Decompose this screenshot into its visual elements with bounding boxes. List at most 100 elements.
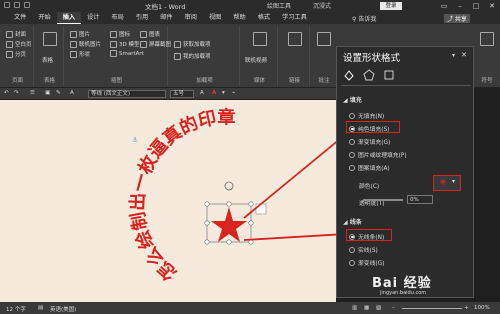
baidu-watermark: Bai 经验 [372, 276, 432, 291]
tab-0[interactable]: 文件 [8, 12, 32, 24]
online-picture-button[interactable]: 联机图片 [70, 40, 101, 48]
get-addins-button[interactable]: 获取加载项 [174, 40, 211, 48]
zoom-in-icon[interactable]: + [464, 305, 469, 311]
zoom-slider[interactable] [402, 308, 462, 309]
undo-icon[interactable] [24, 2, 30, 8]
language-indicator[interactable]: 英语(美国) [50, 305, 76, 313]
smartart-icon [110, 50, 117, 57]
fill-color-picker[interactable]: ◈ ▾ [433, 175, 461, 191]
smartart-button[interactable]: SmartArt [110, 50, 144, 57]
tab-2[interactable]: 插入 [56, 12, 82, 24]
radio-icon [349, 259, 355, 266]
links-group: 链接 [280, 26, 310, 86]
table-button-label[interactable]: 表格 [42, 56, 53, 64]
tab-6[interactable]: 邮件 [154, 12, 178, 24]
fill-line-tab-icon[interactable] [343, 69, 355, 81]
my-addins-button[interactable]: 我的加载项 [174, 52, 211, 60]
line-option-solid[interactable]: 实线(S) [349, 245, 378, 254]
web-layout-icon[interactable]: ▧ [376, 305, 381, 311]
line-section-header[interactable]: ◢ 线条 [343, 217, 362, 226]
font-size-select[interactable]: 五号 [170, 90, 194, 98]
transparency-input[interactable]: 0% [407, 195, 433, 204]
tell-me-label: 告诉我 [358, 16, 377, 23]
tab-5[interactable]: 引用 [130, 12, 154, 24]
icons-button[interactable]: 图标 [110, 30, 130, 38]
fill-option-none[interactable]: 无填充(N) [349, 111, 384, 120]
font-color-dropdown-icon[interactable]: ▾ [222, 90, 225, 96]
format-shape-pane: 设置形状格式 ▾ ✕ ◢ 填充 无填充(N) 纯色填充(S) 渐变填充(G) 图… [336, 46, 474, 298]
tab-1[interactable]: 开始 [32, 12, 56, 24]
pane-close-icon[interactable]: ✕ [461, 51, 467, 59]
autosave-icon[interactable] [4, 2, 10, 8]
print-layout-icon[interactable]: ▦ [364, 305, 369, 311]
blank-page-button[interactable]: 空白页 [6, 40, 32, 48]
comments-group-label: 批注 [318, 78, 330, 84]
shapes-button[interactable]: 形状 [70, 50, 90, 58]
zoom-out-icon[interactable]: – [392, 305, 395, 311]
smartart-label: SmartArt [119, 50, 144, 57]
redo-icon[interactable]: ↷ [14, 90, 19, 96]
page-break-button[interactable]: 分页 [6, 50, 26, 58]
online-video-icon[interactable] [253, 32, 267, 46]
fill-option-pattern[interactable]: 图案填充(A) [349, 163, 390, 172]
rotate-handle-icon[interactable] [224, 181, 234, 191]
chart-button[interactable]: 图表 [140, 30, 160, 38]
online-video-label[interactable]: 联机视频 [245, 56, 267, 64]
effects-tab-icon[interactable] [363, 69, 375, 81]
transparency-slider[interactable] [363, 199, 403, 201]
my-addins-label: 我的加载项 [183, 54, 211, 60]
comment-icon[interactable] [317, 32, 331, 46]
format-painter-icon[interactable]: ✎ [56, 90, 61, 96]
tab-10[interactable]: 格式 [252, 12, 276, 24]
tab-9[interactable]: 帮助 [227, 12, 251, 24]
word-count[interactable]: 12 个字 [6, 305, 26, 313]
share-button[interactable]: ⤴ 共享 [444, 14, 470, 23]
online-picture-label: 联机图片 [79, 42, 102, 48]
font-color-icon[interactable]: A [212, 90, 216, 96]
tab-11[interactable]: 学习工具 [276, 12, 313, 24]
link-icon[interactable] [288, 32, 302, 46]
login-button[interactable]: 登录 [380, 2, 402, 10]
close-icon[interactable]: ✕ [484, 0, 500, 12]
table-icon[interactable] [43, 32, 57, 46]
proofing-icon[interactable]: ▤ [38, 305, 43, 311]
table-group-label: 表格 [43, 78, 55, 84]
highlight-icon[interactable]: ⌁ [232, 90, 235, 96]
star-shape[interactable] [211, 207, 247, 242]
fill-option-gradient[interactable]: 渐变填充(G) [349, 137, 390, 146]
fill-option-picture[interactable]: 图片或纹理填充(P) [349, 150, 407, 159]
fill-section-header[interactable]: ◢ 填充 [343, 95, 362, 104]
maximize-icon[interactable]: □ [468, 0, 484, 12]
document-canvas[interactable]: ⚓ 怎么绘制出一枚逼真的印章 [0, 100, 347, 302]
layout-options-icon[interactable] [255, 203, 267, 215]
ribbon-display-icon[interactable]: ▭ [436, 0, 452, 12]
screenshot-button[interactable]: 屏幕截图 [140, 40, 171, 48]
tab-4[interactable]: 布局 [106, 12, 130, 24]
read-mode-icon[interactable]: ▥ [352, 305, 357, 311]
pane-title: 设置形状格式 [343, 53, 401, 64]
undo-icon[interactable]: ↶ [4, 90, 9, 96]
stamp-text[interactable]: 怎么绘制出一枚逼真的印章 [126, 106, 235, 285]
online-picture-icon [70, 40, 77, 48]
tab-3[interactable]: 设计 [81, 12, 105, 24]
picture-button[interactable]: 图片 [70, 30, 90, 38]
3d-model-button[interactable]: 3D 模型 [110, 40, 139, 48]
tab-8[interactable]: 视图 [203, 12, 227, 24]
zoom-level[interactable]: 100% [474, 305, 490, 311]
font-name-select[interactable]: 等线 (西文正文) [88, 90, 166, 98]
pane-options-icon[interactable]: ▾ [452, 52, 455, 59]
cover-button[interactable]: 封面 [6, 30, 26, 38]
line-option-gradient[interactable]: 渐变线(G) [349, 258, 384, 267]
illustrations-group-label: 插图 [110, 78, 122, 84]
tell-me-search[interactable]: ⚲ 告诉我 [352, 14, 376, 23]
fill-option-label: 无填充(N) [358, 114, 385, 120]
symbol-icon[interactable] [480, 32, 494, 46]
text-size-icon[interactable]: A [70, 90, 74, 96]
paragraph-icon[interactable]: ☰ [30, 90, 35, 96]
save-icon[interactable] [14, 2, 20, 8]
minimize-icon[interactable]: – [452, 0, 468, 12]
layout-size-tab-icon[interactable] [383, 69, 395, 81]
grow-font-icon[interactable]: A [200, 90, 204, 96]
save-icon[interactable]: ▣ [45, 90, 50, 96]
tab-7[interactable]: 审阅 [179, 12, 203, 24]
